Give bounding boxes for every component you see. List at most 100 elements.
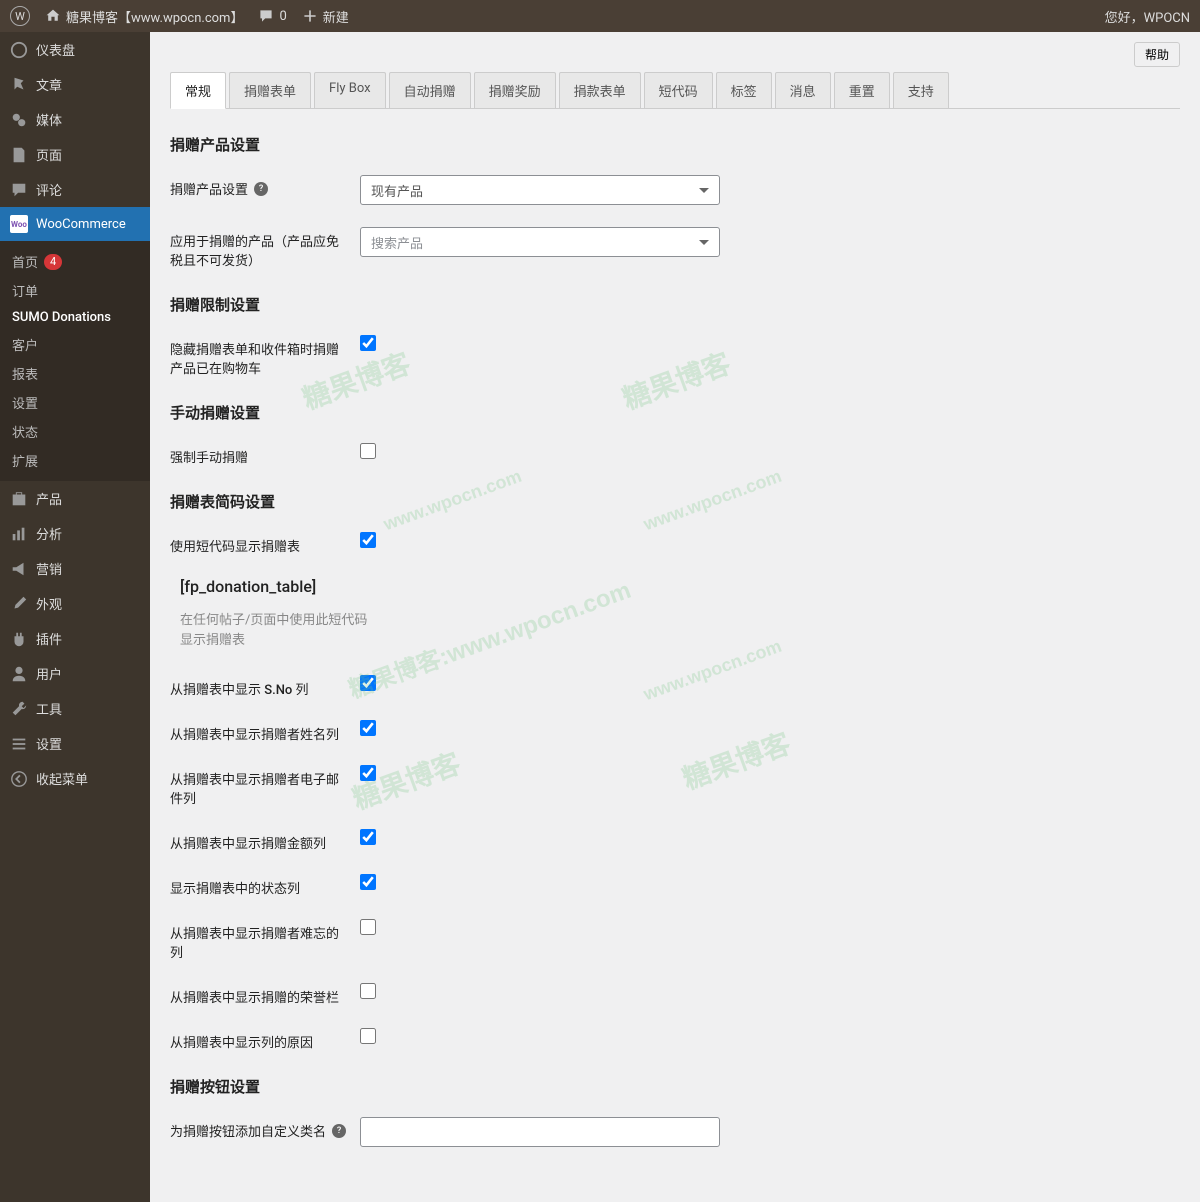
section-manual-settings: 手动捐赠设置 — [170, 402, 1180, 423]
megaphone-icon — [10, 560, 28, 578]
help-icon[interactable]: ? — [332, 1124, 346, 1138]
submenu-orders[interactable]: 订单 — [0, 276, 150, 305]
label-use-shortcode: 使用短代码显示捐赠表 — [170, 536, 300, 555]
label-hide-form: 隐藏捐赠表单和收件箱时捐赠产品已在购物车 — [170, 339, 350, 377]
woo-submenu: 首页4 订单 SUMO Donations 客户 报表 设置 状态 扩展 — [0, 241, 150, 481]
tab-flybox[interactable]: Fly Box — [314, 72, 386, 108]
section-limit-settings: 捐赠限制设置 — [170, 294, 1180, 315]
select-product-settings[interactable]: 现有产品 — [360, 175, 720, 205]
shortcode-description: 在任何帖子/页面中使用此短代码显示捐赠表 — [180, 611, 380, 650]
collapse-icon — [10, 770, 28, 788]
page-icon — [10, 146, 28, 164]
label-show-sno: 从捐赠表中显示 S.No 列 — [170, 679, 309, 698]
label-show-memorable: 从捐赠表中显示捐赠者难忘的列 — [170, 923, 350, 961]
checkbox-show-reason[interactable] — [360, 1028, 376, 1044]
wp-logo[interactable]: W — [10, 6, 30, 26]
section-product-settings: 捐赠产品设置 — [170, 134, 1180, 155]
menu-pages[interactable]: 页面 — [0, 137, 150, 172]
user-icon — [10, 665, 28, 683]
checkbox-hide-form[interactable] — [360, 335, 376, 351]
checkbox-show-amount[interactable] — [360, 829, 376, 845]
submenu-reports[interactable]: 报表 — [0, 359, 150, 388]
comments-count: 0 — [279, 9, 286, 24]
tab-shortcode[interactable]: 短代码 — [644, 72, 713, 108]
label-product-settings: 捐赠产品设置 — [170, 179, 248, 198]
menu-settings[interactable]: 设置 — [0, 726, 150, 761]
menu-posts[interactable]: 文章 — [0, 67, 150, 102]
checkbox-show-memorable[interactable] — [360, 919, 376, 935]
user-greeting[interactable]: 您好，WPOCN — [1105, 7, 1190, 26]
section-shortcode-settings: 捐赠表简码设置 — [170, 491, 1180, 512]
checkbox-use-shortcode[interactable] — [360, 532, 376, 548]
tab-donation-form[interactable]: 捐赠表单 — [229, 72, 311, 108]
new-label: 新建 — [323, 7, 349, 26]
dashboard-icon — [10, 41, 28, 59]
help-icon[interactable]: ? — [254, 182, 268, 196]
submenu-home[interactable]: 首页4 — [0, 247, 150, 276]
tab-donation-form2[interactable]: 捐款表单 — [559, 72, 641, 108]
plus-icon — [302, 8, 318, 24]
submenu-customers[interactable]: 客户 — [0, 330, 150, 359]
input-button-class[interactable] — [360, 1117, 720, 1147]
site-name: 糖果博客【www.wpocn.com】 — [66, 7, 243, 26]
product-icon — [10, 490, 28, 508]
label-show-honor: 从捐赠表中显示捐赠的荣誉栏 — [170, 987, 339, 1006]
label-button-class: 为捐赠按钮添加自定义类名 — [170, 1121, 326, 1140]
chat-icon — [10, 181, 28, 199]
analytics-icon — [10, 525, 28, 543]
label-show-status: 显示捐赠表中的状态列 — [170, 878, 300, 897]
media-icon — [10, 111, 28, 129]
label-show-email: 从捐赠表中显示捐赠者电子邮件列 — [170, 769, 350, 807]
brush-icon — [10, 595, 28, 613]
site-home-link[interactable]: 糖果博客【www.wpocn.com】 — [45, 7, 243, 26]
plug-icon — [10, 630, 28, 648]
label-product-for-donation: 应用于捐赠的产品（产品应免税且不可发货） — [170, 231, 350, 269]
submenu-extensions[interactable]: 扩展 — [0, 446, 150, 475]
label-show-reason: 从捐赠表中显示列的原因 — [170, 1032, 313, 1051]
label-force-manual: 强制手动捐赠 — [170, 447, 248, 466]
submenu-settings[interactable]: 设置 — [0, 388, 150, 417]
label-show-amount: 从捐赠表中显示捐赠金额列 — [170, 833, 326, 852]
submenu-status[interactable]: 状态 — [0, 417, 150, 446]
help-button[interactable]: 帮助 — [1134, 42, 1180, 67]
menu-dashboard[interactable]: 仪表盘 — [0, 32, 150, 67]
tab-auto-donation[interactable]: 自动捐赠 — [389, 72, 471, 108]
checkbox-force-manual[interactable] — [360, 443, 376, 459]
tab-reset[interactable]: 重置 — [834, 72, 890, 108]
pin-icon — [10, 76, 28, 94]
wrench-icon — [10, 700, 28, 718]
menu-analytics[interactable]: 分析 — [0, 516, 150, 551]
select-search-product[interactable]: 搜索产品 — [360, 227, 720, 257]
menu-media[interactable]: 媒体 — [0, 102, 150, 137]
checkbox-show-honor[interactable] — [360, 983, 376, 999]
menu-marketing[interactable]: 营销 — [0, 551, 150, 586]
tab-support[interactable]: 支持 — [893, 72, 949, 108]
new-content-link[interactable]: 新建 — [302, 7, 349, 26]
comment-icon — [258, 8, 274, 24]
submenu-sumo-donations[interactable]: SUMO Donations — [0, 305, 150, 330]
shortcode-text: [fp_donation_table] — [180, 577, 1180, 596]
checkbox-show-email[interactable] — [360, 765, 376, 781]
menu-comments[interactable]: 评论 — [0, 172, 150, 207]
home-badge: 4 — [44, 254, 62, 270]
home-icon — [45, 8, 61, 24]
menu-products[interactable]: 产品 — [0, 481, 150, 516]
tab-message[interactable]: 消息 — [775, 72, 831, 108]
tab-label[interactable]: 标签 — [716, 72, 772, 108]
checkbox-show-sno[interactable] — [360, 675, 376, 691]
sliders-icon — [10, 735, 28, 753]
menu-collapse[interactable]: 收起菜单 — [0, 761, 150, 796]
checkbox-show-name[interactable] — [360, 720, 376, 736]
section-button-settings: 捐赠按钮设置 — [170, 1076, 1180, 1097]
checkbox-show-status[interactable] — [360, 874, 376, 890]
tab-donation-reward[interactable]: 捐赠奖励 — [474, 72, 556, 108]
menu-users[interactable]: 用户 — [0, 656, 150, 691]
tab-general[interactable]: 常规 — [170, 72, 226, 109]
admin-sidebar: 仪表盘 文章 媒体 页面 评论 WooWooCommerce 首页4 订单 SU… — [0, 32, 150, 1202]
menu-tools[interactable]: 工具 — [0, 691, 150, 726]
menu-appearance[interactable]: 外观 — [0, 586, 150, 621]
menu-plugins[interactable]: 插件 — [0, 621, 150, 656]
comments-link[interactable]: 0 — [258, 8, 286, 24]
menu-woocommerce[interactable]: WooWooCommerce — [0, 207, 150, 241]
label-show-name: 从捐赠表中显示捐赠者姓名列 — [170, 724, 339, 743]
